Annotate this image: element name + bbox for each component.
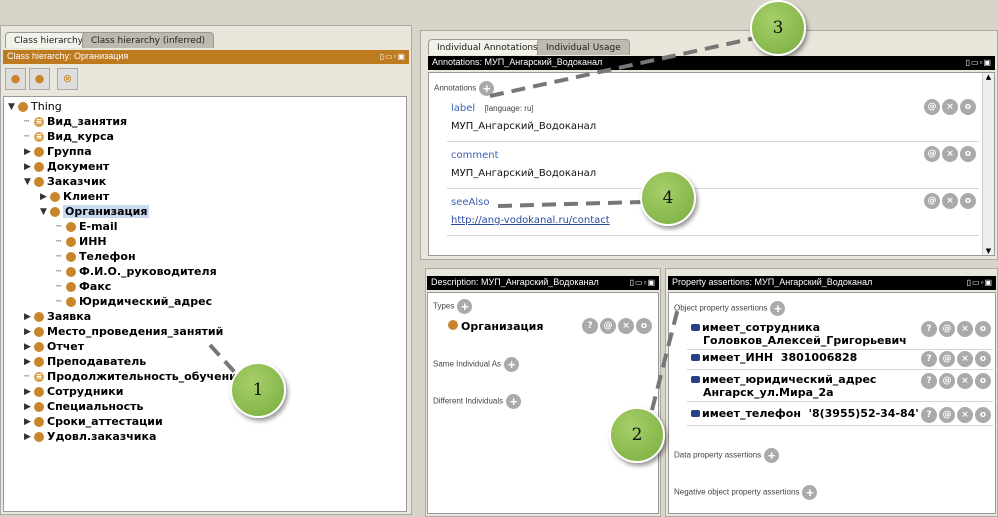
callout-line-2 [650,307,680,411]
callout-2: 2 [609,407,665,463]
callout-1: 1 [230,362,286,418]
callout-line-4 [497,200,643,208]
callout-4: 4 [640,170,696,226]
callout-3: 3 [750,0,806,56]
callout-line-3 [489,36,756,98]
callout-lines [208,36,756,411]
